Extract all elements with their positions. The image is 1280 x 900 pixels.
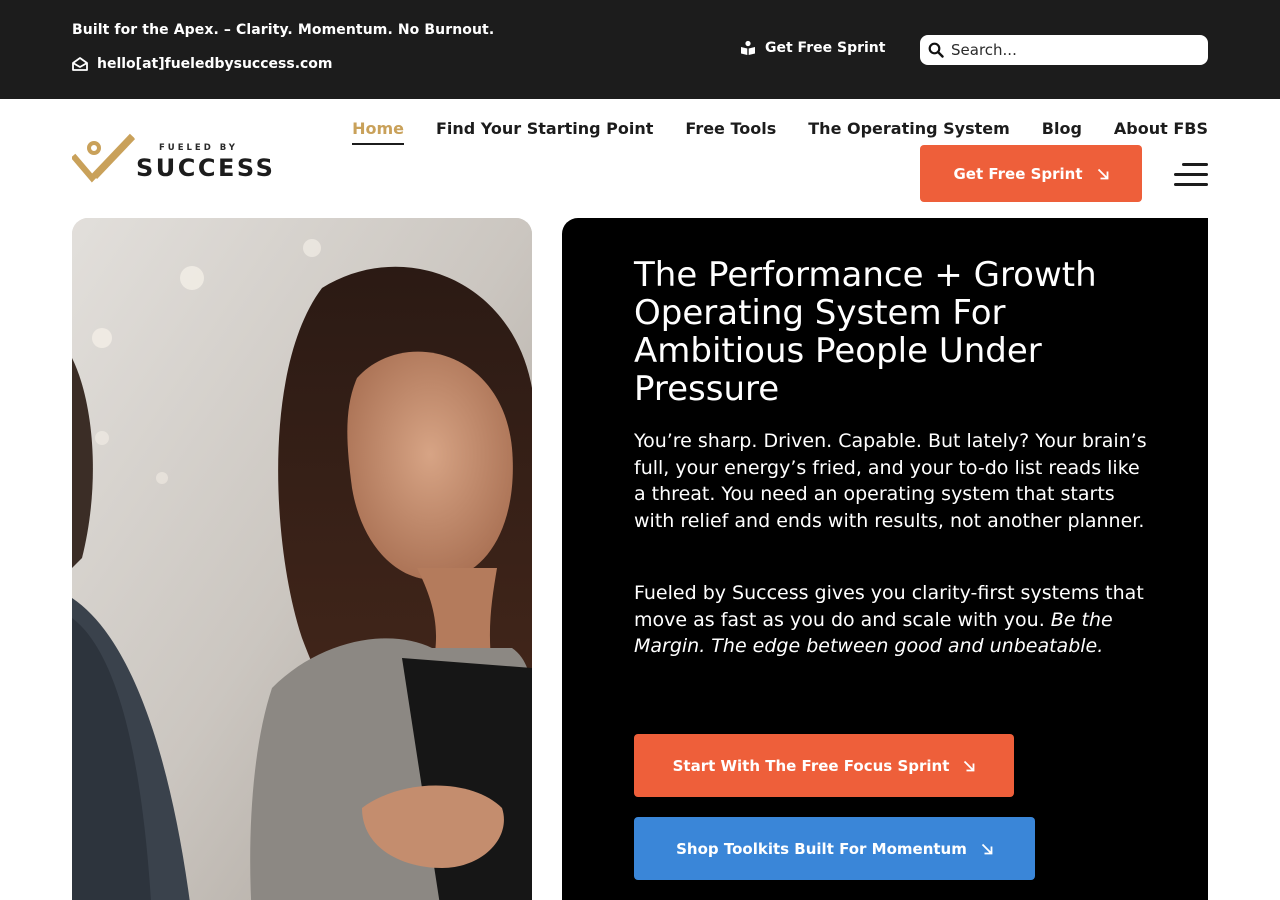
shop-toolkits-button[interactable]: Shop Toolkits Built For Momentum bbox=[634, 817, 1035, 880]
email-contact[interactable]: hello[at]fueledbysuccess.com bbox=[72, 56, 333, 72]
hero-paragraph-2: Fueled by Success gives you clarity-firs… bbox=[634, 580, 1154, 660]
arrow-down-right-icon bbox=[964, 760, 975, 771]
search-input[interactable] bbox=[951, 41, 1191, 59]
hero-photo-illustration bbox=[72, 218, 532, 900]
nav-item-free-tools[interactable]: Free Tools bbox=[685, 119, 776, 145]
arrow-down-right-icon bbox=[981, 843, 993, 854]
free-focus-sprint-label: Start With The Free Focus Sprint bbox=[672, 756, 950, 775]
shop-toolkits-label: Shop Toolkits Built For Momentum bbox=[676, 839, 967, 858]
nav-item-blog[interactable]: Blog bbox=[1042, 119, 1082, 145]
nav-item-operating-system[interactable]: The Operating System bbox=[808, 119, 1010, 145]
free-focus-sprint-button[interactable]: Start With The Free Focus Sprint bbox=[634, 734, 1014, 797]
nav-item-home[interactable]: Home bbox=[352, 119, 404, 145]
top-get-free-sprint-link[interactable]: Get Free Sprint bbox=[740, 40, 885, 56]
top-sprint-label: Get Free Sprint bbox=[765, 40, 886, 56]
logo-line1: FUELED BY bbox=[159, 143, 238, 153]
top-bar: Built for the Apex. – Clarity. Momentum.… bbox=[0, 0, 1280, 99]
main-nav: Home Find Your Starting Point Free Tools… bbox=[352, 119, 1208, 145]
book-reader-icon bbox=[741, 40, 755, 55]
hamburger-icon[interactable] bbox=[1174, 163, 1208, 187]
search-box[interactable] bbox=[920, 35, 1208, 65]
logo-line2: SUCCESS bbox=[136, 154, 276, 182]
email-text: hello[at]fueledbysuccess.com bbox=[97, 56, 333, 72]
hero-photo bbox=[72, 218, 532, 900]
search-icon bbox=[928, 42, 944, 58]
nav-item-find-your-starting-point[interactable]: Find Your Starting Point bbox=[436, 119, 653, 145]
header-cta-label: Get Free Sprint bbox=[953, 164, 1083, 183]
logo-mark-icon bbox=[72, 133, 136, 183]
arrow-down-right-icon bbox=[1097, 168, 1108, 179]
hero-paragraph-1: You’re sharp. Driven. Capable. But latel… bbox=[634, 430, 1147, 532]
nav-item-about[interactable]: About FBS bbox=[1114, 119, 1208, 145]
envelope-open-icon bbox=[72, 57, 88, 71]
tagline: Built for the Apex. – Clarity. Momentum.… bbox=[72, 22, 495, 38]
hero-title: The Performance + Growth Operating Syste… bbox=[634, 255, 1097, 409]
hero-panel: The Performance + Growth Operating Syste… bbox=[562, 218, 1208, 900]
site-logo[interactable]: FUELED BY SUCCESS bbox=[72, 128, 282, 192]
header-get-free-sprint-button[interactable]: Get Free Sprint bbox=[920, 145, 1142, 202]
